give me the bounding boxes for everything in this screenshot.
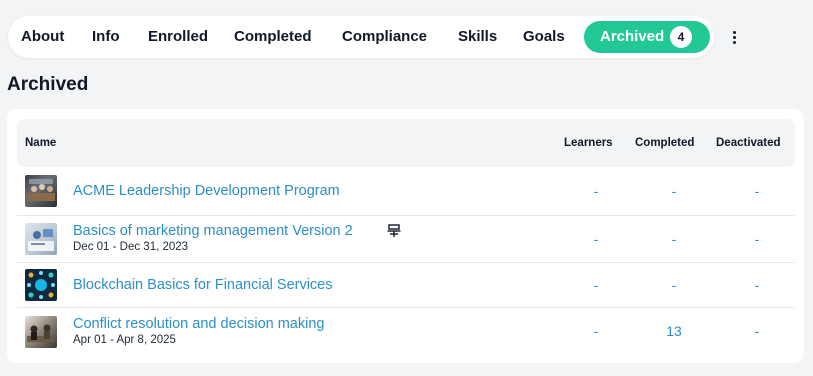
course-thumbnail	[25, 269, 57, 301]
header-completed: Completed	[635, 137, 695, 149]
tab-about[interactable]: About	[21, 16, 64, 58]
completed-value[interactable]: -	[654, 277, 694, 293]
learning-path-icon	[387, 224, 401, 237]
course-thumbnail	[25, 316, 57, 348]
learners-value[interactable]: -	[576, 323, 616, 339]
tab-archived-label: Archived	[600, 28, 665, 45]
completed-value[interactable]: -	[654, 183, 694, 199]
header-name: Name	[25, 137, 57, 149]
learners-value[interactable]: -	[576, 231, 616, 247]
course-dates: Apr 01 - Apr 8, 2025	[73, 334, 176, 346]
tab-completed[interactable]: Completed	[234, 16, 312, 58]
archived-table: Name Learners Completed Deactivated ACME…	[7, 109, 804, 363]
learners-value[interactable]: -	[576, 183, 616, 199]
table-row[interactable]: ACME Leadership Development Program - - …	[17, 167, 795, 216]
tab-goals[interactable]: Goals	[523, 16, 565, 58]
more-options-icon[interactable]	[722, 26, 746, 48]
tab-compliance[interactable]: Compliance	[342, 16, 427, 58]
page-title: Archived	[7, 74, 89, 95]
course-title-link[interactable]: Conflict resolution and decision making	[73, 316, 324, 332]
deactivated-value[interactable]: -	[737, 231, 777, 247]
table-row[interactable]: Conflict resolution and decision making …	[17, 308, 795, 355]
tab-enrolled[interactable]: Enrolled	[148, 16, 208, 58]
deactivated-value[interactable]: -	[737, 323, 777, 339]
header-learners: Learners	[564, 137, 613, 149]
blockchain-image-icon	[27, 271, 55, 299]
completed-value[interactable]: 13	[654, 323, 694, 339]
course-thumbnail	[25, 175, 57, 207]
course-dates: Dec 01 - Dec 31, 2023	[73, 241, 189, 253]
completed-value[interactable]: -	[654, 231, 694, 247]
tab-bar: About Info Enrolled Completed Compliance…	[8, 16, 714, 58]
table-header: Name Learners Completed Deactivated	[17, 119, 795, 167]
archived-count-badge: 4	[670, 26, 692, 48]
table-row[interactable]: Basics of marketing management Version 2…	[17, 216, 795, 263]
table-row[interactable]: Blockchain Basics for Financial Services…	[17, 263, 795, 308]
course-title-link[interactable]: ACME Leadership Development Program	[73, 183, 340, 199]
tab-archived[interactable]: Archived 4	[584, 21, 710, 53]
header-deactivated: Deactivated	[716, 137, 781, 149]
course-title-link[interactable]: Basics of marketing management Version 2	[73, 223, 353, 239]
conflict-image-icon	[27, 324, 55, 342]
tab-info[interactable]: Info	[92, 16, 120, 58]
deactivated-value[interactable]: -	[737, 277, 777, 293]
marketing-image-icon	[28, 229, 54, 251]
tab-skills[interactable]: Skills	[458, 16, 497, 58]
meeting-image-icon	[27, 179, 55, 201]
course-title-link[interactable]: Blockchain Basics for Financial Services	[73, 277, 333, 293]
learners-value[interactable]: -	[576, 277, 616, 293]
course-thumbnail	[25, 223, 57, 255]
deactivated-value[interactable]: -	[737, 183, 777, 199]
